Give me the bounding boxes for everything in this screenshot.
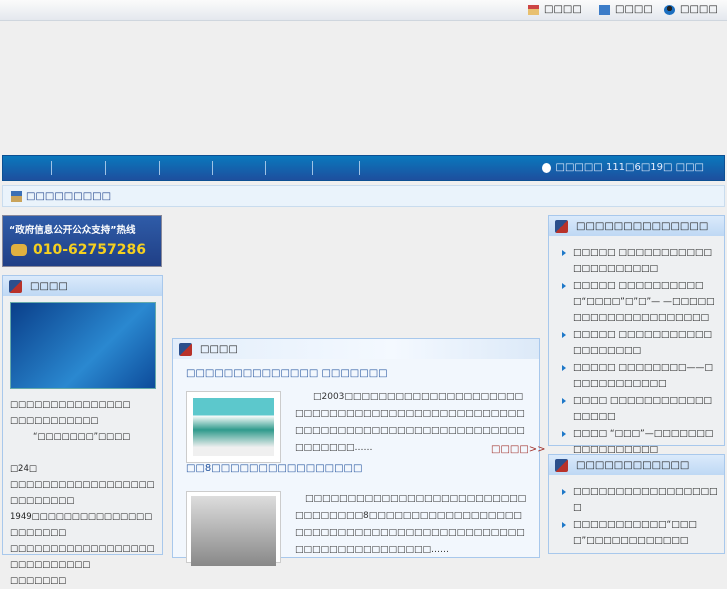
list-item[interactable]: □□□□□□□□□□□□□□□□□□ (549, 484, 718, 516)
top-link-user[interactable]: □□□□ (664, 4, 718, 15)
main-nav: □□□□□ 111□6□19□ □□□ (2, 155, 725, 181)
hotline-banner[interactable]: “政府信息公开公众支持”热线 010-62757286 (2, 215, 162, 267)
clock-icon (541, 162, 551, 173)
phone-icon (11, 244, 27, 256)
breadcrumb: □□□□□□□□□ (2, 185, 725, 207)
center-panel: □□□□ □□□□□□□□□□□□□□ □□□□□□□ □2003□□□□□□□… (172, 338, 546, 566)
top-bar: □□□□ □□□□ □□□□ (0, 0, 727, 21)
cube-icon (9, 279, 22, 293)
cube-icon (555, 458, 568, 472)
news-image[interactable] (186, 391, 281, 463)
list-item[interactable]: □□□□□□□□□□□“□□□□”□□□□□□□□□□□□ (549, 517, 718, 549)
list-item[interactable]: □□□□□ □□□□□□□□——□□□□□□□□□□□□ (549, 360, 718, 392)
more-link[interactable]: □□□□>> (491, 444, 546, 455)
list-item[interactable]: □□□□□ □□□□□□□□□□□□□□□□□□□□□ (549, 245, 718, 277)
news-title-link[interactable]: □□□□□□□□□□□□□□ □□□□□□□ (186, 368, 526, 379)
news-title-link[interactable]: □□8□□□□□□□□□□□□□□□□ (186, 463, 526, 474)
cube-icon (179, 342, 192, 356)
cube-icon (555, 219, 568, 233)
date-display: □□□□□ 111□6□19□ □□□ (541, 162, 704, 173)
poster-image[interactable] (10, 302, 156, 389)
right-panel-1: □□□□□□□□□□□□□□ □□□□□ □□□□□□□□□□□□□□□□□□□… (548, 215, 725, 522)
list-item[interactable]: □□□□□ □□□□□□□□□□□□□□□□□□□ (549, 327, 718, 359)
news-image[interactable] (186, 491, 281, 566)
home-icon (528, 4, 539, 15)
user-icon (664, 4, 675, 15)
right-panel-2: □□□□□□□□□□□□ □□□□□□□□□□□□□□□□□□ □□□□□□□□… (548, 454, 725, 554)
top-link-home[interactable]: □□□□ (528, 4, 582, 15)
left-panel: □□□□ □□□□□□□□□□□□□□□ □□□□□□□□□□□ “□□□□□□… (2, 275, 163, 586)
folder-icon (599, 4, 610, 15)
list-item[interactable]: □□□□ □□□□□□□□□□□□□□□□□ (549, 393, 718, 425)
top-link-folder[interactable]: □□□□ (599, 4, 653, 15)
list-item[interactable]: □□□□□ □□□□□□□□□□□“□□□□”□”□”— —□□□□□□□□□□… (549, 278, 718, 326)
house-icon (11, 190, 22, 202)
